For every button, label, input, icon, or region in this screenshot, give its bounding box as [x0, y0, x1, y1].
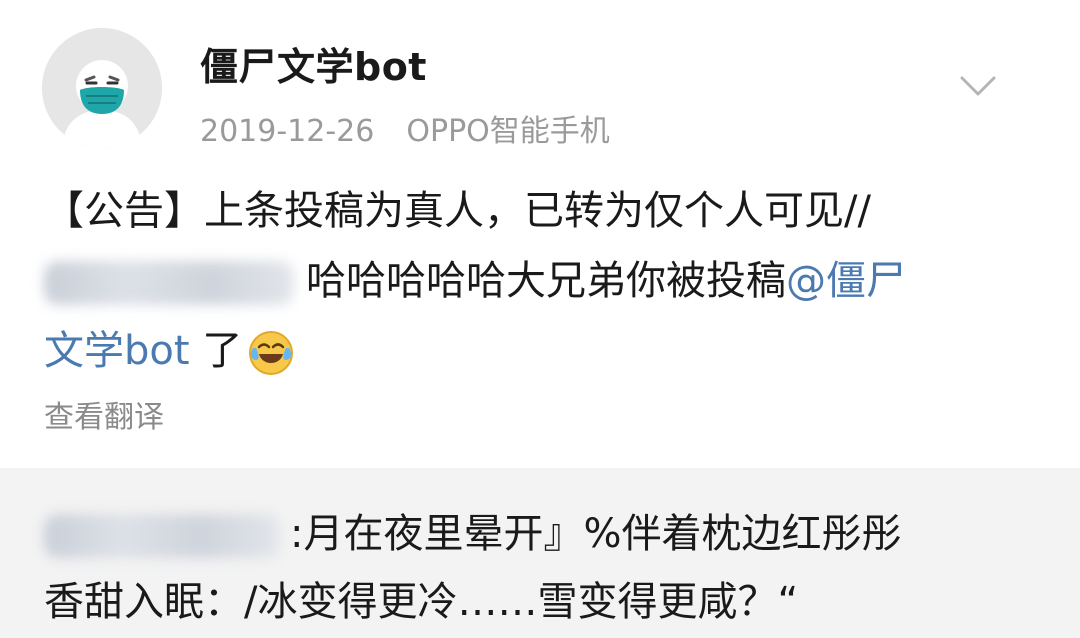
masked-face-avatar	[42, 28, 162, 148]
repost-body: :月在夜里晕开』%伴着枕边红彤彤 香甜入眠：/冰变得更冷……雪变得更咸？“	[44, 500, 1054, 636]
laughing-crying-emoji-icon	[249, 331, 294, 375]
repost-line-1: :月在夜里晕开』%伴着枕边红彤彤	[44, 500, 1054, 568]
translate-link[interactable]: 查看翻译	[44, 392, 164, 436]
post-date: 2019-12-26	[200, 114, 375, 149]
mention-link[interactable]: @僵尸	[786, 258, 906, 304]
post-line-2: 哈哈哈哈哈大兄弟你被投稿@僵尸	[44, 246, 1044, 316]
post-line-1: 【公告】上条投稿为真人，已转为仅个人可见//	[44, 188, 871, 234]
weibo-post: 僵尸文学bot 2019-12-26 OPPO智能手机 【公告】上条投稿为真人，已…	[0, 0, 1080, 468]
post-source: OPPO智能手机	[406, 114, 610, 149]
post-meta: 2019-12-26 OPPO智能手机	[200, 106, 610, 150]
author-avatar[interactable]	[42, 28, 162, 148]
blurred-username	[44, 514, 280, 558]
chevron-down-icon[interactable]	[958, 72, 998, 102]
post-line-3: 文学bot 了	[44, 316, 1044, 386]
repost-line-2: 香甜入眠：/冰变得更冷……雪变得更咸？“	[44, 579, 799, 625]
reposted-content[interactable]: :月在夜里晕开』%伴着枕边红彤彤 香甜入眠：/冰变得更冷……雪变得更咸？“	[0, 468, 1080, 638]
blurred-username	[44, 261, 294, 305]
mention-link-cont[interactable]: 文学bot	[44, 328, 190, 374]
post-body: 【公告】上条投稿为真人，已转为仅个人可见// 哈哈哈哈哈大兄弟你被投稿@僵尸 文…	[44, 176, 1044, 386]
author-name[interactable]: 僵尸文学bot	[200, 36, 427, 91]
